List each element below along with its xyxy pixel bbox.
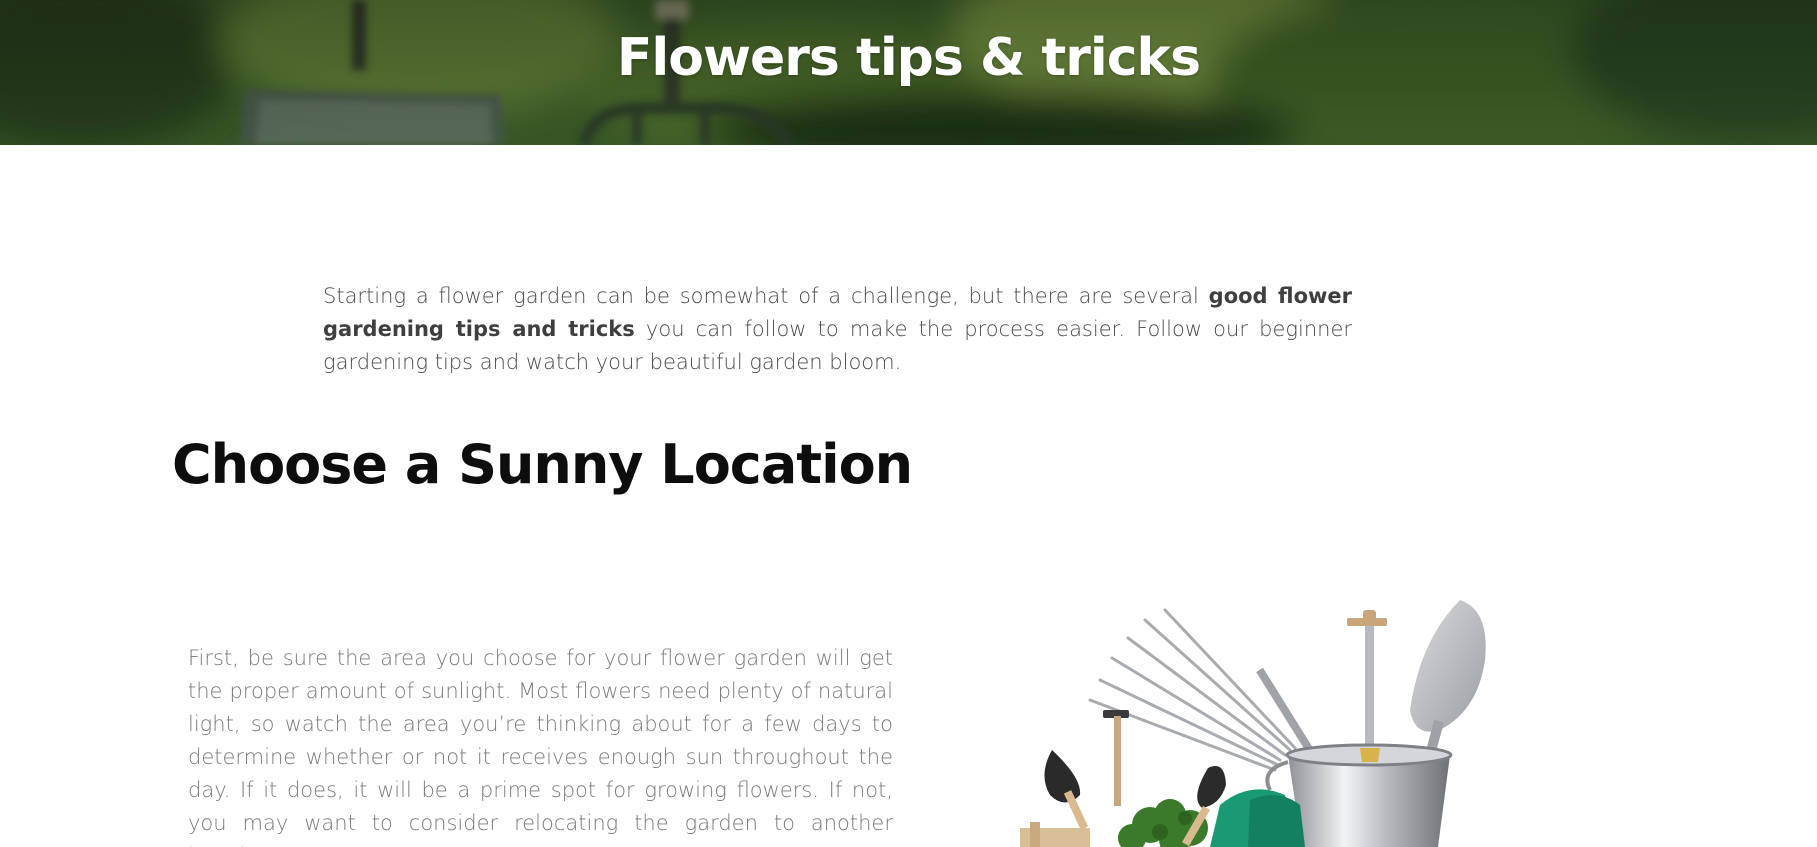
hero-banner: Flowers tips & tricks <box>0 0 1817 145</box>
section-heading: Choose a Sunny Location <box>172 433 913 496</box>
page-title: Flowers tips & tricks <box>616 28 1201 88</box>
intro-paragraph: Starting a flower garden can be somewhat… <box>323 280 1352 379</box>
garden-tools-bucket-icon <box>1020 600 1486 847</box>
intro-text-start: Starting a flower garden can be somewhat… <box>323 284 1209 308</box>
section-body-paragraph: First, be sure the area you choose for y… <box>188 646 893 847</box>
